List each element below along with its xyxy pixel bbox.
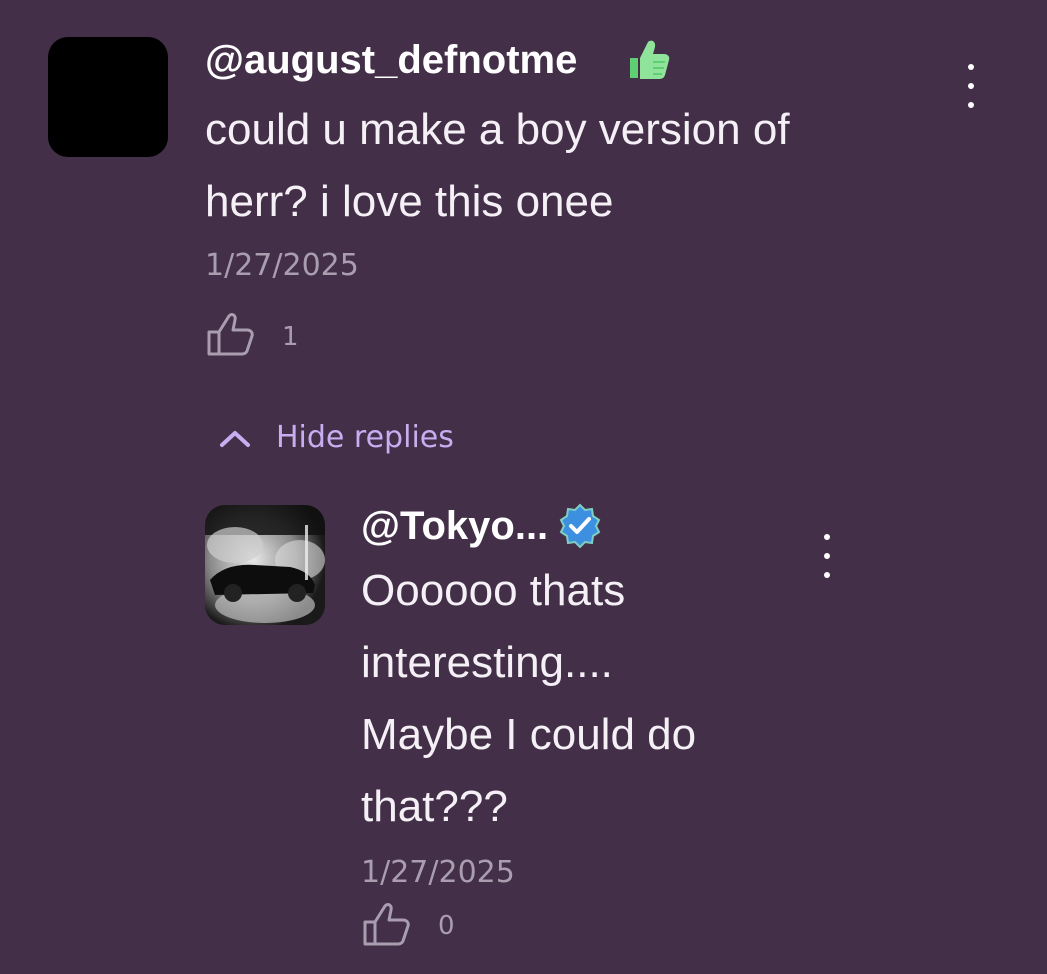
car-drift-image <box>205 505 325 625</box>
comment-date: 1/27/2025 <box>205 248 359 283</box>
like-icon <box>363 903 410 946</box>
reply-text: Oooooo thats interesting.... Maybe I cou… <box>361 555 696 843</box>
like-button[interactable] <box>205 312 255 358</box>
reply-avatar[interactable] <box>205 505 325 625</box>
chevron-up-icon <box>220 430 250 447</box>
comment-line: herr? i love this onee <box>205 177 614 226</box>
reply-like-count: 0 <box>438 911 455 941</box>
comment-username[interactable]: @august_defnotme <box>205 36 577 84</box>
username-text: @august_defnotme <box>205 38 578 82</box>
comment-text: could u make a boy version of herr? i lo… <box>205 94 790 238</box>
reply-more-options-icon[interactable] <box>817 534 837 578</box>
hide-replies-button[interactable]: Hide replies <box>218 420 454 455</box>
reply-date: 1/27/2025 <box>361 855 515 890</box>
username-text: @Tokyo... <box>361 504 549 548</box>
reply-line: that??? <box>361 782 508 831</box>
reply-username[interactable]: @Tokyo... <box>361 502 548 550</box>
avatar[interactable] <box>48 37 168 157</box>
reply-line: Maybe I could do <box>361 710 697 759</box>
reply-line: Oooooo thats <box>361 566 626 615</box>
reply-like-button[interactable] <box>361 902 411 948</box>
thumbs-up-icon <box>620 34 672 86</box>
reply-line: interesting.... <box>361 638 613 687</box>
like-count: 1 <box>282 322 299 352</box>
hide-replies-label: Hide replies <box>276 420 454 455</box>
like-icon <box>207 313 254 356</box>
verified-badge-icon <box>557 503 603 549</box>
more-options-icon[interactable] <box>961 64 981 108</box>
comment-line: could u make a boy version of <box>205 105 790 154</box>
